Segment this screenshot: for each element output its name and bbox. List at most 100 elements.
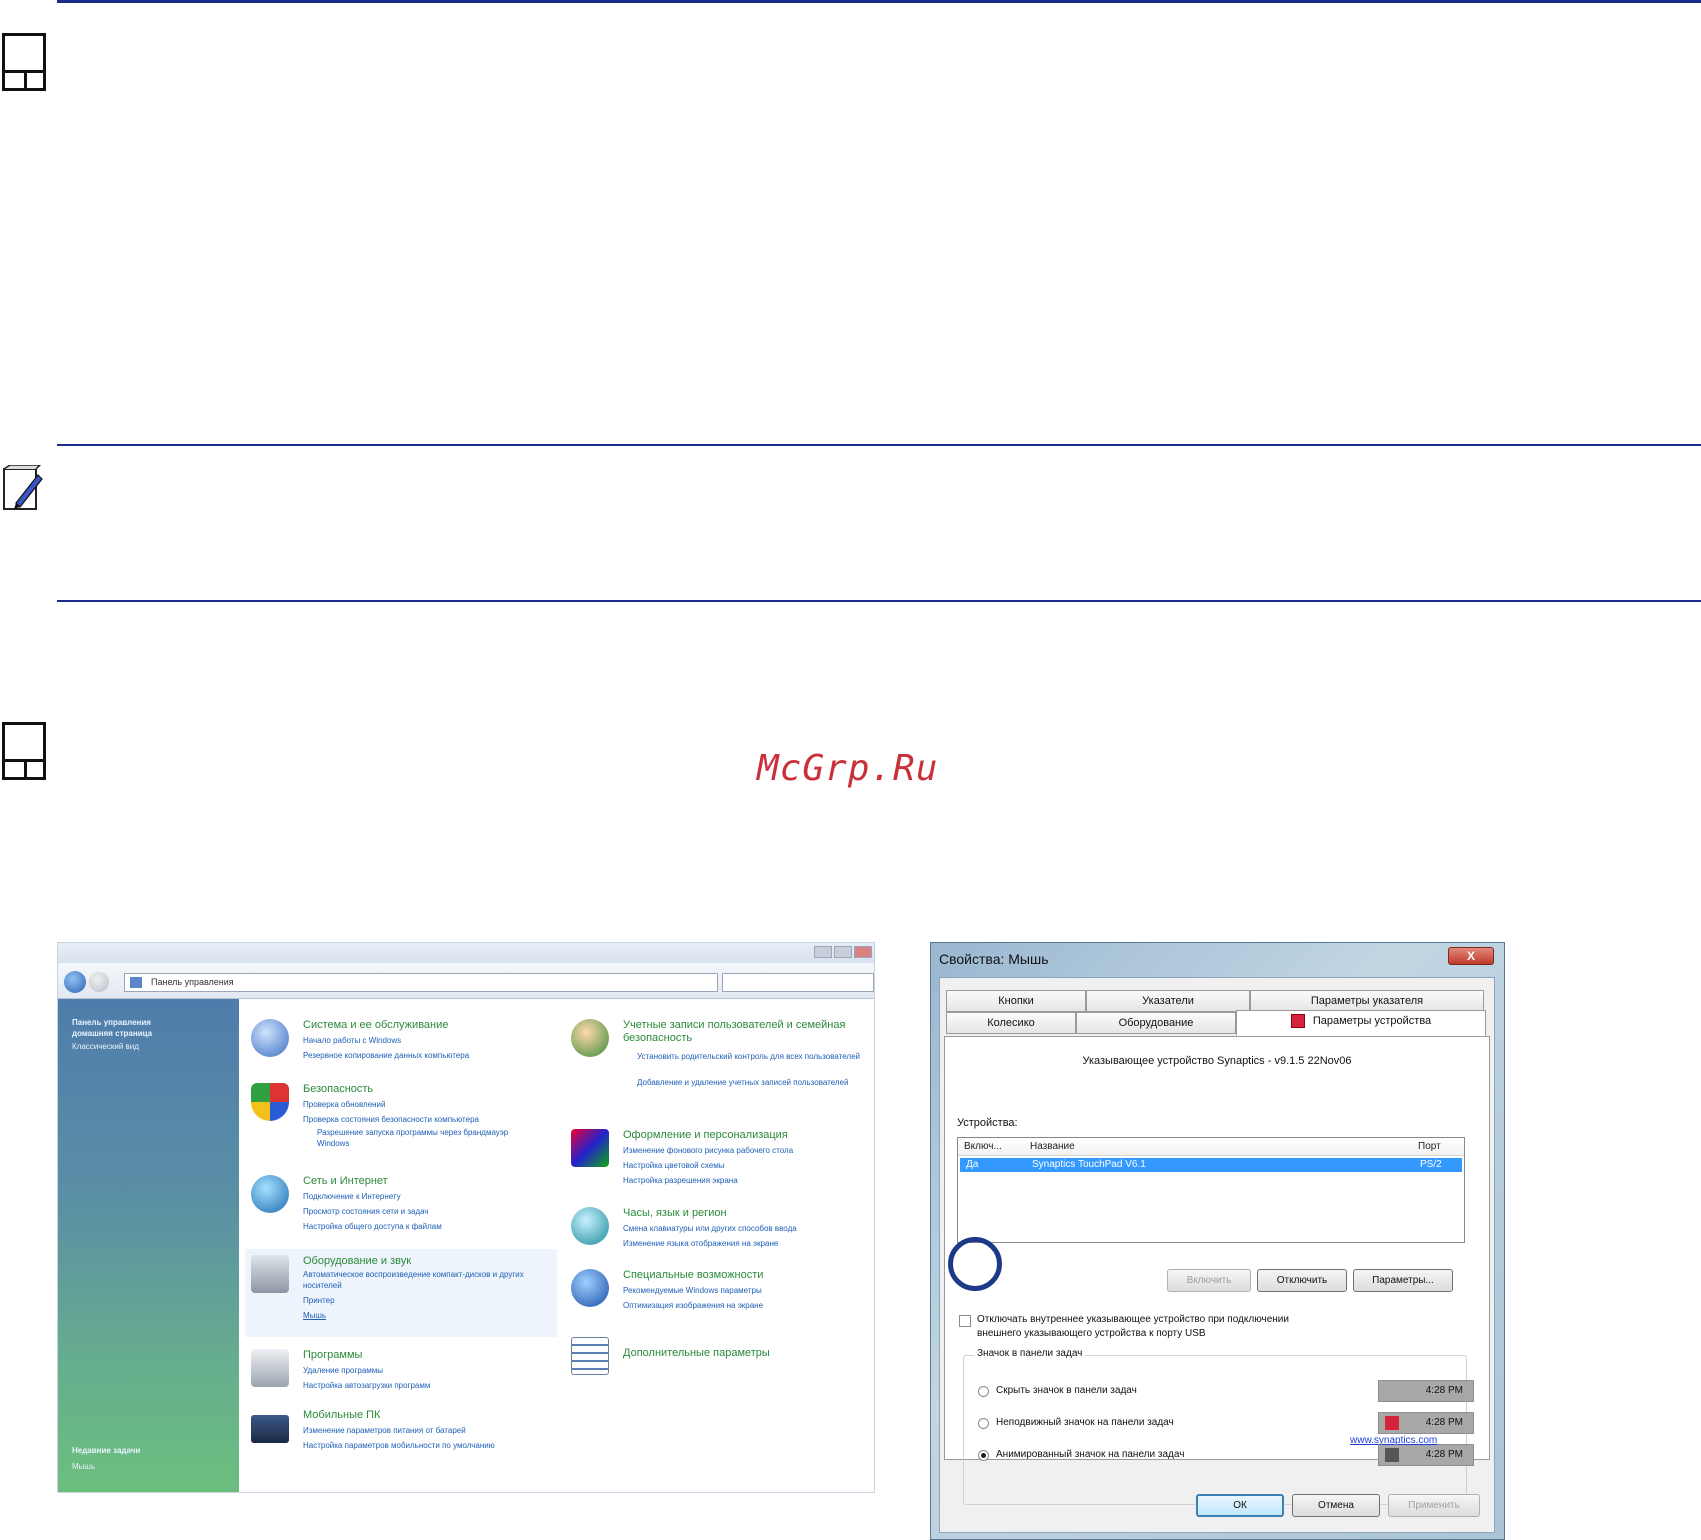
- table-row[interactable]: Да Synaptics TouchPad V6.1 PS/2: [960, 1158, 1462, 1172]
- column-header[interactable]: Порт: [1418, 1141, 1441, 1152]
- category-link[interactable]: Смена клавиатуры или других способов вво…: [623, 1221, 874, 1236]
- category-title[interactable]: Сеть и Интернет: [303, 1175, 563, 1188]
- category-network[interactable]: Сеть и Интернет Подключение к Интернету …: [251, 1175, 551, 1245]
- settings-button[interactable]: Параметры...: [1353, 1269, 1453, 1292]
- laptop-icon: [251, 1415, 289, 1443]
- category-accessibility[interactable]: Специальные возможности Рекомендуемые Wi…: [571, 1269, 871, 1319]
- radio-animated-icon[interactable]: [978, 1450, 989, 1461]
- enable-button[interactable]: Включить: [1167, 1269, 1251, 1292]
- section-icon: [2, 33, 46, 91]
- forward-icon[interactable]: [89, 972, 109, 992]
- device-header: Указывающее устройство Synaptics - v9.1.…: [1082, 1055, 1352, 1067]
- close-button[interactable]: X: [1448, 947, 1494, 965]
- category-security[interactable]: Безопасность Проверка обновлений Проверк…: [251, 1083, 551, 1163]
- clock-time: 4:28 PM: [1425, 1449, 1463, 1460]
- back-icon[interactable]: [64, 971, 86, 993]
- recent-task-mouse[interactable]: Мышь: [72, 1461, 95, 1472]
- checkbox-label: Отключать внутреннее указывающее устройс…: [977, 1313, 1477, 1341]
- disable-internal-checkbox[interactable]: [959, 1315, 971, 1327]
- group-legend: Значок в панели задач: [974, 1348, 1086, 1359]
- tab-device-settings[interactable]: Параметры устройства: [1236, 1010, 1486, 1036]
- category-link[interactable]: Автоматическое воспроизведение компакт-д…: [303, 1269, 553, 1291]
- sidebar: Панель управления домашняя страница Клас…: [58, 999, 239, 1492]
- category-link[interactable]: Настройка цветовой схемы: [623, 1158, 874, 1173]
- category-title[interactable]: Безопасность: [303, 1083, 563, 1096]
- address-bar[interactable]: Панель управления: [124, 973, 718, 992]
- accessibility-icon: [571, 1269, 609, 1307]
- printer-icon: [251, 1255, 289, 1293]
- category-link[interactable]: Проверка обновлений: [303, 1097, 563, 1112]
- option-label: Анимированный значок на панели задач: [996, 1449, 1185, 1460]
- column-header[interactable]: Включ...: [964, 1141, 1002, 1152]
- search-input[interactable]: [722, 973, 874, 992]
- category-link[interactable]: Проверка состояния безопасности компьюте…: [303, 1112, 563, 1127]
- category-link[interactable]: Настройка автозагрузки программ: [303, 1378, 563, 1393]
- category-link[interactable]: Резервное копирование данных компьютера: [303, 1048, 563, 1063]
- category-programs[interactable]: Программы Удаление программы Настройка а…: [251, 1349, 551, 1399]
- synaptics-website-link[interactable]: www.synaptics.com: [1350, 1435, 1437, 1446]
- cell-name: Synaptics TouchPad V6.1: [1032, 1159, 1146, 1170]
- sidebar-classic-view[interactable]: Классический вид: [72, 1041, 139, 1052]
- category-title[interactable]: Оформление и персонализация: [623, 1129, 874, 1142]
- category-link[interactable]: Принтер: [303, 1293, 563, 1308]
- category-link[interactable]: Подключение к Интернету: [303, 1189, 563, 1204]
- dialog-body: Кнопки Указатели Параметры указателя Кол…: [939, 977, 1495, 1533]
- category-link[interactable]: Настройка общего доступа к файлам: [303, 1219, 563, 1234]
- category-link[interactable]: Удаление программы: [303, 1363, 563, 1378]
- category-hardware-sound[interactable]: Оборудование и звук Автоматическое воспр…: [245, 1249, 557, 1337]
- category-link[interactable]: Просмотр состояния сети и задач: [303, 1204, 563, 1219]
- note-rule-top: [57, 444, 1701, 446]
- tab-buttons[interactable]: Кнопки: [946, 990, 1086, 1012]
- watermark: McGrp.Ru: [757, 748, 939, 789]
- disable-button[interactable]: Отключить: [1257, 1269, 1347, 1292]
- category-title[interactable]: Программы: [303, 1349, 563, 1362]
- category-title[interactable]: Система и ее обслуживание: [303, 1019, 563, 1032]
- cancel-button[interactable]: Отмена: [1292, 1494, 1380, 1517]
- category-title[interactable]: Мобильные ПК: [303, 1409, 563, 1422]
- close-button[interactable]: [854, 946, 872, 958]
- category-title[interactable]: Специальные возможности: [623, 1269, 874, 1282]
- category-link[interactable]: Оптимизация изображения на экране: [623, 1298, 874, 1313]
- tab-pointer-options[interactable]: Параметры указателя: [1250, 990, 1484, 1012]
- category-additional[interactable]: Дополнительные параметры: [571, 1337, 871, 1377]
- maximize-button[interactable]: [834, 946, 852, 958]
- category-link[interactable]: Добавление и удаление учетных записей по…: [637, 1077, 867, 1088]
- category-link[interactable]: Изменение языка отображения на экране: [623, 1236, 874, 1251]
- category-mobile-pc[interactable]: Мобильные ПК Изменение параметров питани…: [251, 1409, 551, 1459]
- category-link[interactable]: Настройка параметров мобильности по умол…: [303, 1438, 563, 1453]
- category-user-accounts[interactable]: Учетные записи пользователей и семейная …: [571, 1019, 871, 1109]
- radio-hide-icon[interactable]: [978, 1386, 989, 1397]
- category-title[interactable]: Учетные записи пользователей и семейная …: [623, 1019, 874, 1045]
- categories-area: Система и ее обслуживание Начало работы …: [239, 999, 874, 1492]
- category-link[interactable]: Начало работы с Windows: [303, 1033, 563, 1048]
- category-link[interactable]: Рекомендуемые Windows параметры: [623, 1283, 874, 1298]
- note-rule-bottom: [57, 600, 1701, 602]
- category-system[interactable]: Система и ее обслуживание Начало работы …: [251, 1019, 551, 1079]
- tab-hardware[interactable]: Оборудование: [1076, 1012, 1236, 1034]
- category-link[interactable]: Изменение фонового рисунка рабочего стол…: [623, 1143, 874, 1158]
- category-link[interactable]: Изменение параметров питания от батарей: [303, 1423, 563, 1438]
- ok-button[interactable]: ОК: [1196, 1494, 1284, 1517]
- category-link-mouse[interactable]: Мышь: [303, 1308, 563, 1323]
- radio-static-icon[interactable]: [978, 1418, 989, 1429]
- top-rule: [57, 0, 1701, 3]
- touchpad-tray-icon: [1385, 1416, 1399, 1430]
- minimize-button[interactable]: [814, 946, 832, 958]
- section-icon: [2, 722, 46, 780]
- category-clock-region[interactable]: Часы, язык и регион Смена клавиатуры или…: [571, 1207, 871, 1257]
- apply-button[interactable]: Применить: [1388, 1494, 1480, 1517]
- column-header[interactable]: Название: [1030, 1141, 1075, 1152]
- category-link[interactable]: Настройка разрешения экрана: [623, 1173, 874, 1188]
- tab-pointers[interactable]: Указатели: [1086, 990, 1250, 1012]
- category-link[interactable]: Установить родительский контроль для все…: [637, 1051, 867, 1062]
- category-title[interactable]: Оборудование и звук: [303, 1255, 563, 1268]
- sidebar-home-link[interactable]: Панель управления домашняя страница: [72, 1017, 192, 1039]
- devices-list[interactable]: Включ... Название Порт Да Synaptics Touc…: [957, 1137, 1465, 1243]
- category-link[interactable]: Разрешение запуска программы через бранд…: [317, 1127, 517, 1149]
- category-title[interactable]: Дополнительные параметры: [623, 1347, 874, 1360]
- tab-wheel[interactable]: Колесико: [946, 1012, 1076, 1034]
- category-appearance[interactable]: Оформление и персонализация Изменение фо…: [571, 1129, 871, 1189]
- tab-label: Параметры устройства: [1312, 1015, 1432, 1027]
- programs-icon: [251, 1349, 289, 1387]
- category-title[interactable]: Часы, язык и регион: [623, 1207, 874, 1220]
